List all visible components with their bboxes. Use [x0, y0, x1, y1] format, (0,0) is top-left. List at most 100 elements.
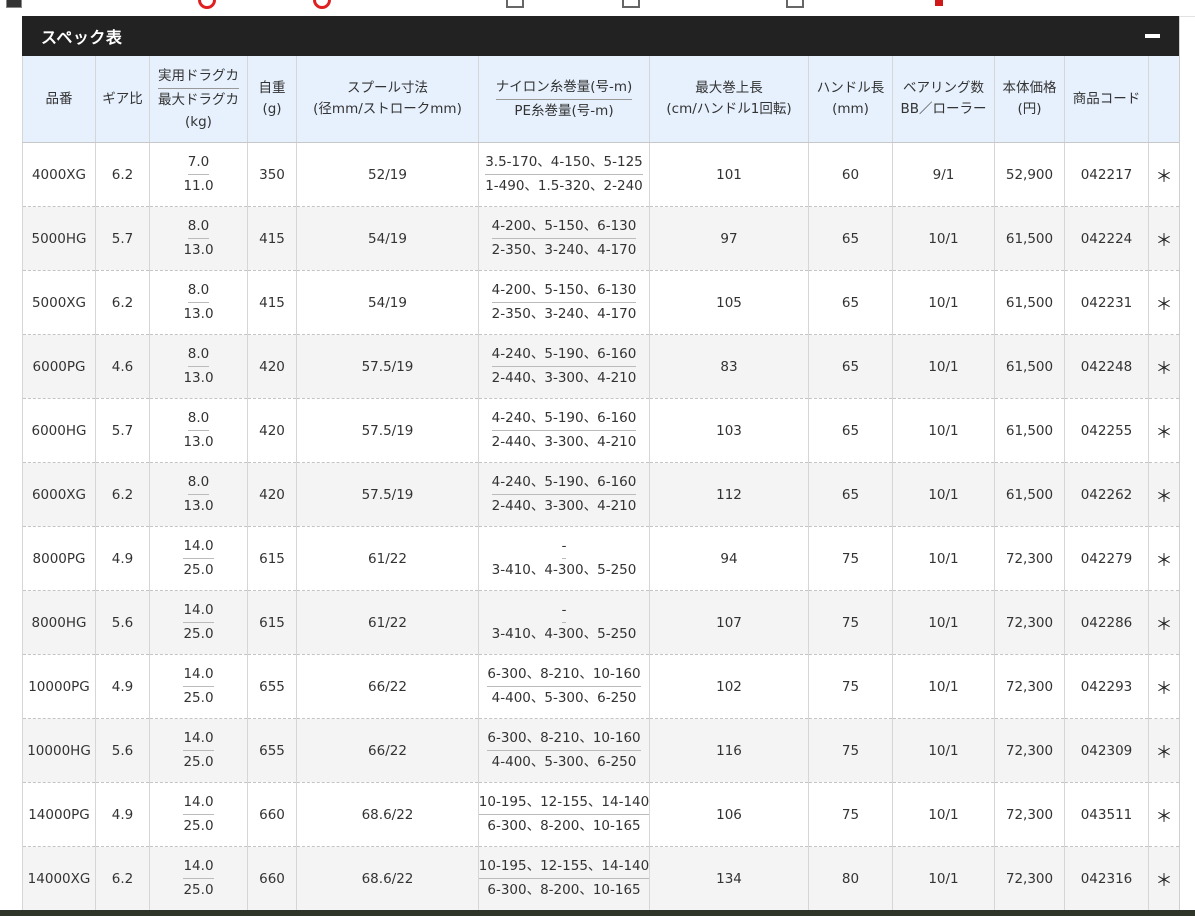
cell-extra: ＊	[1148, 718, 1179, 783]
cell-price: 72,300	[994, 846, 1065, 910]
cell-model: 4000XG	[22, 142, 96, 207]
cell-handle: 75	[808, 526, 893, 591]
cell-spool: 68.6/22	[296, 782, 479, 847]
cell-bearing: 10/1	[892, 782, 995, 847]
page-icon[interactable]	[786, 0, 804, 8]
cell-handle: 75	[808, 590, 893, 655]
cell-weight: 655	[247, 654, 297, 719]
cell-model: 6000HG	[22, 398, 96, 463]
col-header-weight: 自重 (g)	[247, 56, 297, 143]
cell-weight: 415	[247, 270, 297, 335]
cell-line: 6-300、8-210、10-160 4-400、5-300、6-250	[478, 718, 650, 783]
cell-retrieve: 116	[649, 718, 809, 783]
cell-retrieve: 102	[649, 654, 809, 719]
app-icon[interactable]	[6, 0, 22, 8]
cell-spool: 61/22	[296, 590, 479, 655]
cell-model: 6000PG	[22, 334, 96, 399]
col-header-drag: 実用ドラグカ 最大ドラグカ (kg)	[149, 56, 248, 143]
cell-bearing: 10/1	[892, 206, 995, 271]
col-header-handle: ハンドル長 (mm)	[808, 56, 893, 143]
cell-gear: 6.2	[95, 270, 150, 335]
cell-retrieve: 103	[649, 398, 809, 463]
cell-extra: ＊	[1148, 590, 1179, 655]
cell-line: 10-195、12-155、14-140 6-300、8-200、10-165	[478, 782, 650, 847]
cell-extra: ＊	[1148, 142, 1179, 207]
cell-drag: 14.0 25.0	[149, 846, 248, 910]
table-row: 6000XG 6.2 8.0 13.0 420 57.5/19 4-240、5-190、6-…	[22, 462, 1179, 527]
netflix-icon[interactable]	[935, 0, 943, 6]
col-header-code: 商品コード	[1064, 56, 1149, 143]
bookmark-icon[interactable]	[198, 0, 216, 9]
table-row: 10000PG 4.9 14.0 25.0 655 66/22 6-300、8-210、10…	[22, 654, 1179, 719]
cell-code: 042262	[1064, 462, 1149, 527]
col-header-model: 品番	[22, 56, 96, 143]
cell-drag: 8.0 13.0	[149, 270, 248, 335]
cell-drag: 8.0 13.0	[149, 334, 248, 399]
cell-bearing: 10/1	[892, 270, 995, 335]
cell-price: 61,500	[994, 270, 1065, 335]
cell-model: 5000HG	[22, 206, 96, 271]
cell-model: 14000PG	[22, 782, 96, 847]
cell-drag: 8.0 13.0	[149, 206, 248, 271]
table-row: 6000PG 4.6 8.0 13.0 420 57.5/19 4-240、5-190、6-…	[22, 334, 1179, 399]
cell-spool: 52/19	[296, 142, 479, 207]
cell-gear: 4.9	[95, 654, 150, 719]
cell-retrieve: 94	[649, 526, 809, 591]
cell-model: 10000HG	[22, 718, 96, 783]
cell-retrieve: 83	[649, 334, 809, 399]
page-icon[interactable]	[506, 0, 524, 8]
panel-title: スペック表	[41, 28, 123, 47]
spec-table: 品番 ギア比 実用ドラグカ 最大ドラグカ (kg) 自重 (g) スプール寸法 (径mm…	[22, 56, 1179, 910]
table-row: 8000PG 4.9 14.0 25.0 615 61/22-3-410、4-300、5-…	[22, 526, 1179, 591]
cell-model: 10000PG	[22, 654, 96, 719]
left-margin	[0, 16, 23, 916]
cell-line: -3-410、4-300、5-250	[478, 590, 650, 655]
cell-code: 042316	[1064, 846, 1149, 910]
cell-weight: 420	[247, 398, 297, 463]
cell-drag: 14.0 25.0	[149, 654, 248, 719]
cell-spool: 57.5/19	[296, 398, 479, 463]
cell-price: 72,300	[994, 654, 1065, 719]
cell-weight: 420	[247, 334, 297, 399]
cell-code: 043511	[1064, 782, 1149, 847]
cell-bearing: 10/1	[892, 654, 995, 719]
spec-table-panel: スペック表 品番 ギア比 実用ドラグカ 最大ドラグカ (kg) 自重 (g) スプール…	[22, 16, 1180, 910]
cell-weight: 350	[247, 142, 297, 207]
top-toolbar-strip	[0, 0, 1195, 17]
cell-code: 042293	[1064, 654, 1149, 719]
panel-header[interactable]: スペック表	[22, 16, 1179, 56]
cell-drag: 14.0 25.0	[149, 782, 248, 847]
table-row: 4000XG 6.2 7.0 11.0 350 52/19 3.5-170、4-150、5-…	[22, 142, 1179, 207]
cell-code: 042217	[1064, 142, 1149, 207]
cell-retrieve: 97	[649, 206, 809, 271]
cell-price: 61,500	[994, 398, 1065, 463]
cell-extra: ＊	[1148, 654, 1179, 719]
cell-retrieve: 112	[649, 462, 809, 527]
cell-weight: 655	[247, 718, 297, 783]
cell-code: 042255	[1064, 398, 1149, 463]
cell-line: 4-200、5-150、6-130 2-350、3-240、4-170	[478, 206, 650, 271]
cell-line: 6-300、8-210、10-160 4-400、5-300、6-250	[478, 654, 650, 719]
page-icon[interactable]	[622, 0, 640, 8]
table-row: 5000HG 5.7 8.0 13.0 415 54/19 4-200、5-150、6-13…	[22, 206, 1179, 271]
cell-gear: 6.2	[95, 462, 150, 527]
table-body: 4000XG 6.2 7.0 11.0 350 52/19 3.5-170、4-150、5-…	[22, 142, 1179, 910]
table-row: 14000XG 6.2 14.0 25.0 660 68.6/22 10-195、12-15…	[22, 846, 1179, 910]
bookmark-icon[interactable]	[313, 0, 331, 9]
cell-drag: 14.0 25.0	[149, 526, 248, 591]
cell-line: 10-195、12-155、14-140 6-300、8-200、10-165	[478, 846, 650, 910]
cell-spool: 66/22	[296, 718, 479, 783]
cell-handle: 65	[808, 462, 893, 527]
cell-code: 042286	[1064, 590, 1149, 655]
cell-weight: 420	[247, 462, 297, 527]
collapse-icon[interactable]	[1145, 34, 1160, 38]
table-row: 5000XG 6.2 8.0 13.0 415 54/19 4-200、5-150、6-13…	[22, 270, 1179, 335]
cell-price: 72,300	[994, 718, 1065, 783]
cell-extra: ＊	[1148, 526, 1179, 591]
bottom-bar	[0, 910, 1195, 916]
cell-code: 042224	[1064, 206, 1149, 271]
cell-model: 6000XG	[22, 462, 96, 527]
cell-gear: 4.6	[95, 334, 150, 399]
table-header-row: 品番 ギア比 実用ドラグカ 最大ドラグカ (kg) 自重 (g) スプール寸法 (径mm…	[22, 56, 1179, 143]
cell-bearing: 10/1	[892, 462, 995, 527]
